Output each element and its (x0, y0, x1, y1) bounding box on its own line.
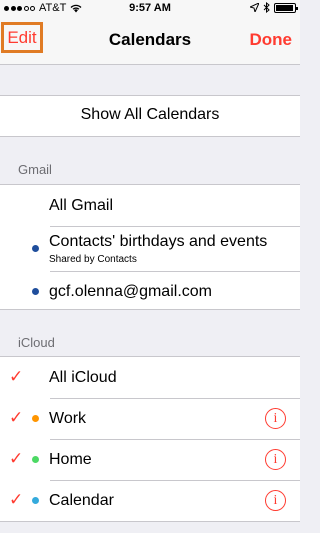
calendar-subtitle: Shared by Contacts (49, 254, 137, 265)
calendar-label: Work (49, 409, 87, 427)
calendar-label: gcf.olenna@gmail.com (49, 282, 212, 300)
calendar-color-dot (32, 497, 39, 504)
location-arrow-icon (250, 3, 259, 12)
calendar-label: Contacts' birthdays and events (49, 233, 268, 250)
calendar-row-all-icloud[interactable]: ✓ All iCloud (0, 357, 300, 398)
calendar-color-dot (32, 456, 39, 463)
info-button[interactable]: i (265, 408, 286, 429)
calendar-color-dot (32, 415, 39, 422)
battery-level (276, 4, 294, 11)
calendar-color-dot (32, 288, 39, 295)
bluetooth-icon (263, 2, 270, 13)
calendar-row-contacts-birthdays[interactable]: Contacts' birthdays and events Shared by… (0, 226, 300, 271)
navigation-bar: Edit Calendars Done (0, 17, 300, 65)
section-header-icloud: iCloud (18, 335, 55, 350)
checkmark-icon: ✓ (9, 367, 24, 386)
show-all-calendars-button[interactable]: Show All Calendars (0, 106, 300, 124)
info-button[interactable]: i (265, 490, 286, 511)
gmail-calendar-list: All Gmail Contacts' birthdays and events… (0, 184, 300, 310)
calendar-row-calendar[interactable]: ✓ Calendar i (0, 480, 300, 521)
status-bar: AT&T 9:57 AM (0, 0, 300, 17)
calendar-label: All iCloud (49, 368, 117, 386)
show-all-section: Show All Calendars (0, 95, 300, 137)
checkmark-icon: ✓ (9, 490, 24, 509)
checkmark-icon: ✓ (9, 408, 24, 427)
calendar-row-all-gmail[interactable]: All Gmail (0, 185, 300, 226)
section-header-gmail: Gmail (18, 162, 52, 177)
calendar-color-dot (32, 245, 39, 252)
status-bar-right (250, 2, 298, 13)
calendar-label: Home (49, 450, 92, 468)
calendar-row-gcf-olenna[interactable]: gcf.olenna@gmail.com (0, 271, 300, 312)
calendar-row-home[interactable]: ✓ Home i (0, 439, 300, 480)
calendar-label: Calendar (49, 491, 114, 509)
icloud-calendar-list: ✓ All iCloud ✓ Work i ✓ Home i ✓ Calenda… (0, 356, 300, 522)
info-button[interactable]: i (265, 449, 286, 470)
calendar-label: All Gmail (49, 196, 114, 214)
checkmark-icon: ✓ (9, 449, 24, 468)
battery-icon (274, 2, 298, 13)
calendar-row-work[interactable]: ✓ Work i (0, 398, 300, 439)
done-button[interactable]: Done (250, 30, 293, 50)
